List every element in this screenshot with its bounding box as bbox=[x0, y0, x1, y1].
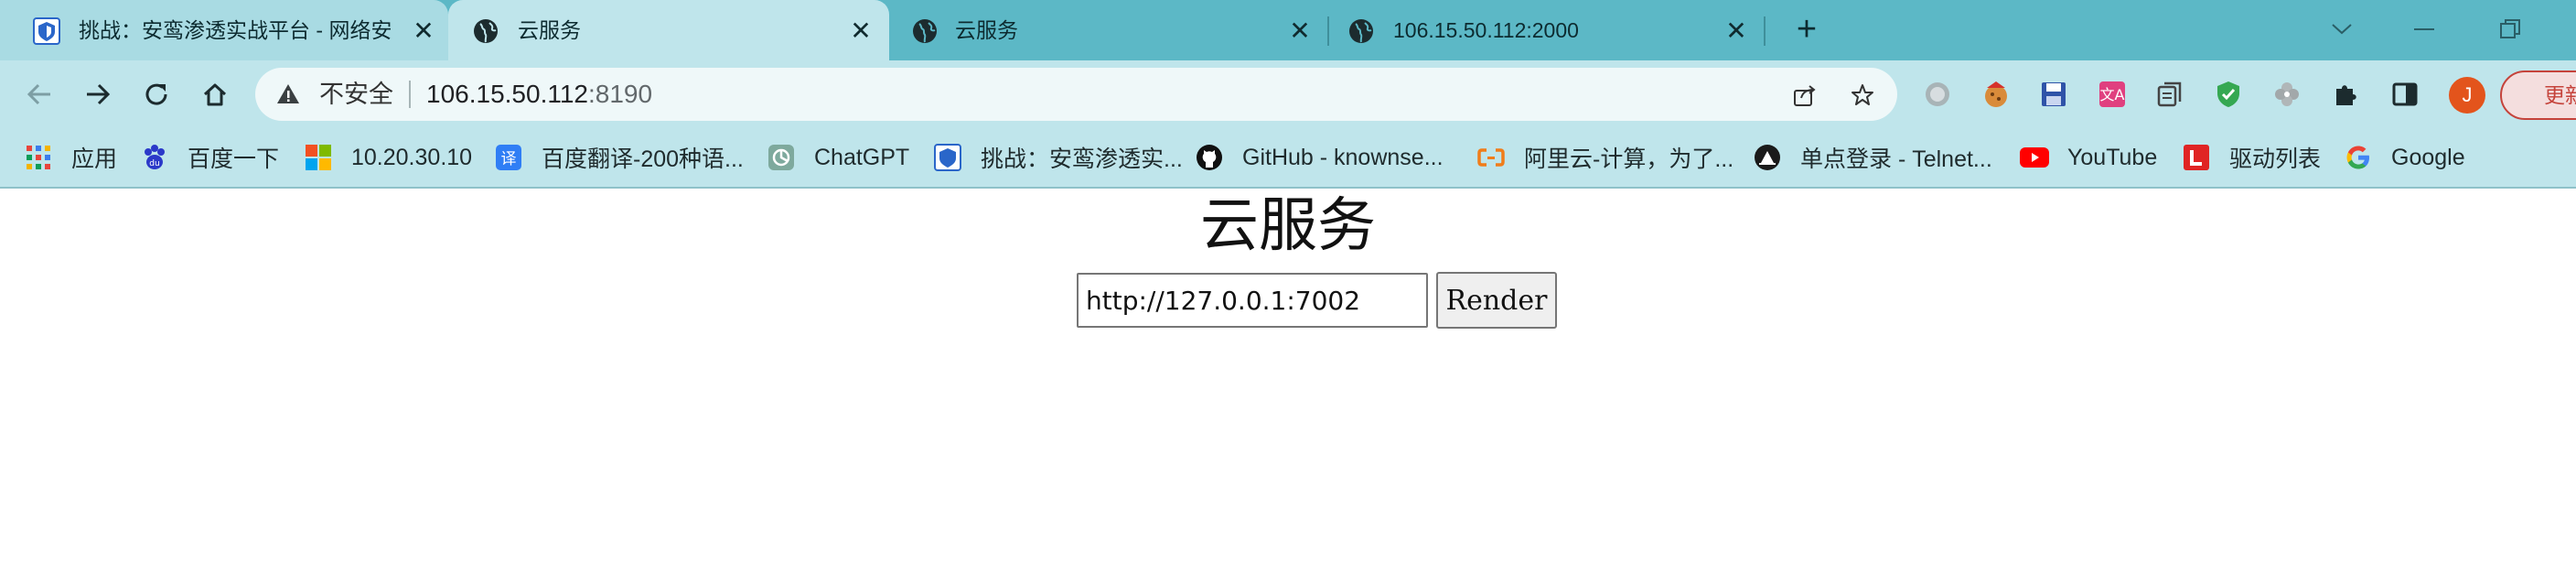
bookmark-label: 驱动列表 bbox=[2229, 146, 2322, 172]
tab-title: 106.15.50.112:2000 bbox=[1393, 18, 1579, 42]
svg-text:文A: 文A bbox=[2100, 86, 2125, 103]
extension-cookie-icon[interactable] bbox=[1980, 78, 2012, 111]
extension-copy-icon[interactable] bbox=[2153, 78, 2186, 111]
url-input[interactable] bbox=[1077, 273, 1428, 328]
close-icon[interactable]: ✕ bbox=[1286, 17, 1314, 45]
bookmark-label: 百度翻译-200种语... bbox=[542, 146, 744, 172]
chatgpt-icon bbox=[767, 143, 796, 172]
bookmark-chatgpt[interactable]: ChatGPT bbox=[767, 139, 909, 176]
back-arrow-icon[interactable] bbox=[20, 75, 59, 114]
bookmark-label: 应用 bbox=[71, 146, 118, 172]
extension-globe-icon[interactable] bbox=[1921, 78, 1954, 111]
apps-grid-icon bbox=[24, 143, 53, 172]
bookmark-youtube[interactable]: YouTube bbox=[2020, 139, 2157, 176]
extension-translate-icon[interactable]: 文A bbox=[2096, 78, 2129, 111]
bookmarks-bar: 应用 du 百度一下 10.20.30.10 译 百度翻译-200种语... C… bbox=[0, 128, 2576, 189]
url-port: :8190 bbox=[587, 80, 653, 108]
extension-save-icon[interactable] bbox=[2037, 78, 2070, 111]
bookmark-aliyun[interactable]: 阿里云-计算，为了... bbox=[1476, 139, 1733, 176]
bookmark-telnet-sso[interactable]: 单点登录 - Telnet... bbox=[1753, 139, 1992, 176]
profile-avatar[interactable]: J bbox=[2449, 77, 2485, 114]
close-icon[interactable]: ✕ bbox=[1723, 17, 1750, 45]
bookmark-star-icon[interactable] bbox=[1848, 81, 1877, 110]
bookmark-google[interactable]: Google bbox=[2344, 139, 2465, 176]
globe-icon bbox=[472, 17, 499, 45]
telnet-icon bbox=[1753, 143, 1782, 172]
page-content: 云服务 Render bbox=[0, 190, 2576, 574]
bookmark-driver-list[interactable]: 驱动列表 bbox=[2182, 139, 2321, 176]
tab-yunfuwu[interactable]: 云服务 ✕ bbox=[889, 0, 1326, 60]
render-button[interactable]: Render bbox=[1436, 272, 1557, 329]
update-button[interactable]: 更新 bbox=[2500, 70, 2576, 120]
bookmark-github[interactable]: GitHub - knownse... bbox=[1195, 139, 1444, 176]
tab-strip: 挑战：安鸾渗透实战平台 - 网络安 ✕ 云服务 ✕ 云服务 ✕ 106.15.5… bbox=[0, 0, 2576, 60]
bookmark-label: 单点登录 - Telnet... bbox=[1800, 146, 1992, 172]
tab-title: 云服务 bbox=[955, 18, 1018, 42]
translate-icon: 译 bbox=[494, 143, 523, 172]
bookmark-label: GitHub - knownse... bbox=[1242, 144, 1444, 170]
svg-text:译: 译 bbox=[501, 150, 517, 168]
driver-l-icon bbox=[2182, 143, 2211, 172]
close-icon[interactable]: ✕ bbox=[847, 17, 875, 45]
restore-icon[interactable] bbox=[2492, 13, 2528, 46]
tab-106-15-50-112[interactable]: 106.15.50.112:2000 ✕ bbox=[1329, 0, 1768, 60]
browser-toolbar: 不安全 106.15.50.112:8190 文A J 更新 bbox=[0, 60, 2576, 128]
shield-favicon-icon bbox=[33, 17, 60, 45]
url-host: 106.15.50.112 bbox=[426, 80, 588, 108]
tab-title: 云服务 bbox=[518, 18, 581, 42]
shield-icon bbox=[933, 143, 962, 172]
github-icon bbox=[1195, 143, 1224, 172]
bookmark-label: ChatGPT bbox=[814, 144, 910, 170]
forward-arrow-icon[interactable] bbox=[79, 75, 117, 114]
home-icon[interactable] bbox=[196, 75, 234, 114]
svg-text:du: du bbox=[149, 159, 159, 168]
extension-shield-check-icon[interactable] bbox=[2212, 78, 2245, 111]
windows-logo-icon bbox=[304, 143, 333, 172]
extensions-puzzle-icon[interactable] bbox=[2329, 78, 2362, 111]
bookmark-label: 挑战：安鸾渗透实... bbox=[981, 146, 1183, 172]
globe-icon bbox=[911, 17, 939, 45]
bookmark-baidu-translate[interactable]: 译 百度翻译-200种语... bbox=[494, 139, 744, 176]
tab-separator bbox=[1764, 16, 1766, 46]
security-label[interactable]: 不安全 bbox=[319, 81, 393, 108]
youtube-icon bbox=[2020, 143, 2049, 172]
share-icon[interactable] bbox=[1790, 81, 1819, 110]
tab-title: 挑战：安鸾渗透实战平台 - 网络安 bbox=[79, 18, 392, 42]
minimize-icon[interactable] bbox=[2406, 13, 2442, 46]
bookmark-label: 阿里云-计算，为了... bbox=[1524, 146, 1734, 172]
bookmark-10-20-30-10[interactable]: 10.20.30.10 bbox=[304, 139, 472, 176]
globe-icon bbox=[1347, 17, 1375, 45]
reload-icon[interactable] bbox=[137, 75, 176, 114]
bookmark-label: Google bbox=[2391, 144, 2465, 170]
bookmark-anluan[interactable]: 挑战：安鸾渗透实... bbox=[933, 139, 1183, 176]
page-title: 云服务 bbox=[1200, 192, 1376, 260]
extension-flower-icon[interactable] bbox=[2270, 78, 2303, 111]
bookmark-label: YouTube bbox=[2067, 144, 2158, 170]
tab-search-chevron-icon[interactable] bbox=[2324, 13, 2360, 46]
bookmark-label: 百度一下 bbox=[188, 146, 280, 172]
url-text[interactable]: 106.15.50.112:8190 bbox=[426, 81, 652, 108]
tab-yunfuwu-active[interactable]: 云服务 ✕ bbox=[448, 0, 889, 60]
warning-triangle-icon[interactable] bbox=[275, 81, 301, 107]
close-icon[interactable]: ✕ bbox=[410, 17, 437, 45]
google-g-icon bbox=[2344, 143, 2373, 172]
side-panel-icon[interactable] bbox=[2388, 78, 2421, 111]
omnibox-divider bbox=[409, 81, 411, 108]
tab-anluan[interactable]: 挑战：安鸾渗透实战平台 - 网络安 ✕ bbox=[0, 0, 448, 60]
bookmark-baidu[interactable]: du 百度一下 bbox=[140, 139, 279, 176]
bookmark-apps[interactable]: 应用 bbox=[24, 139, 117, 176]
baidu-paw-icon: du bbox=[140, 143, 169, 172]
address-bar[interactable]: 不安全 106.15.50.112:8190 bbox=[255, 68, 1897, 121]
new-tab-plus-icon[interactable]: + bbox=[1790, 12, 1823, 47]
aliyun-icon bbox=[1476, 143, 1506, 172]
bookmark-label: 10.20.30.10 bbox=[351, 144, 473, 170]
